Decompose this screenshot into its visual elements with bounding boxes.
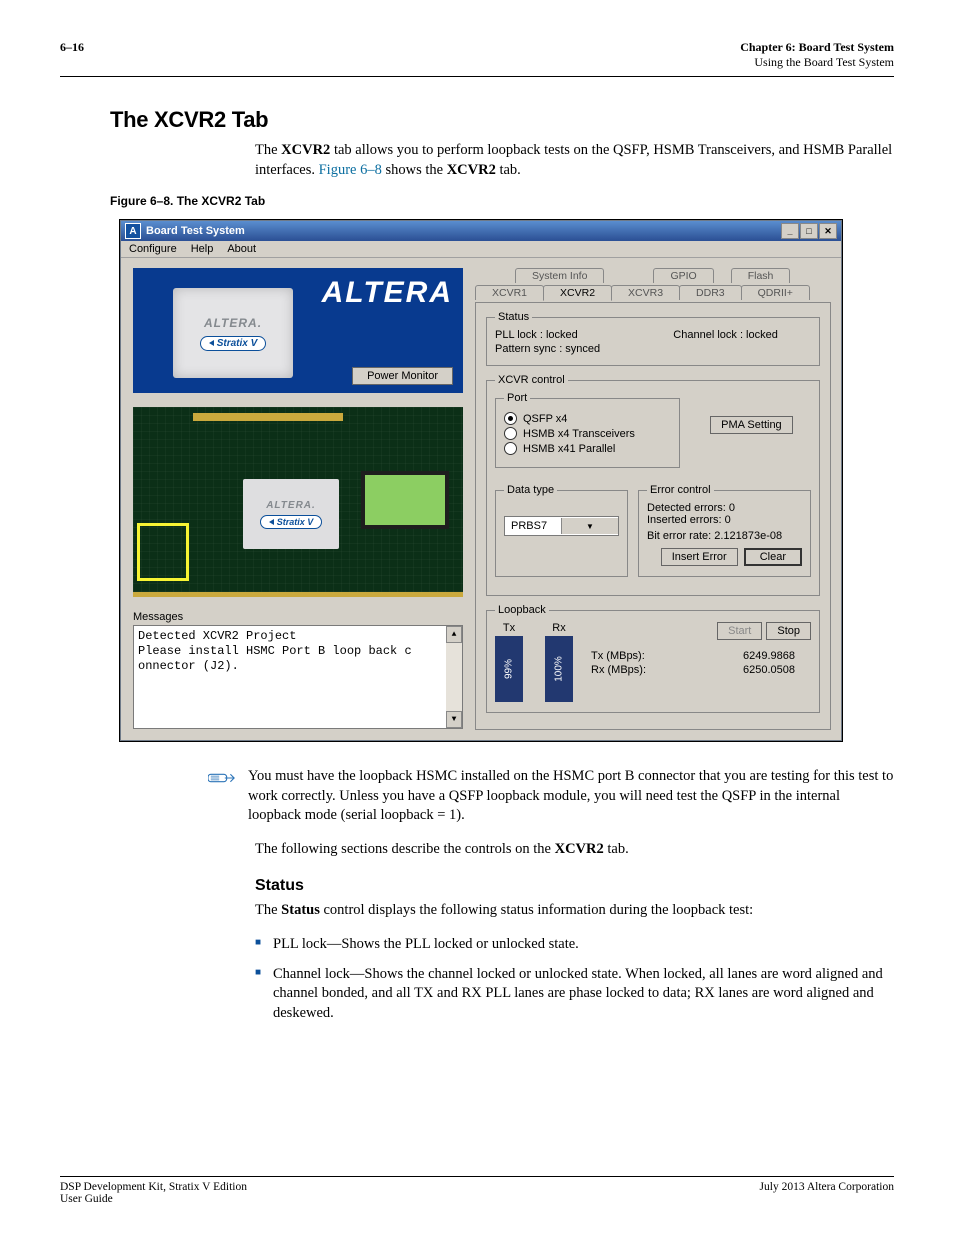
titlebar[interactable]: A Board Test System _ □ ✕ [121,221,841,241]
channel-lock-status: Channel lock : locked [673,329,811,341]
messages-label: Messages [133,611,463,623]
rx-mbps-value: 6250.0508 [743,664,795,676]
app-window: A Board Test System _ □ ✕ Configure Help… [120,220,842,741]
window-title: Board Test System [146,225,245,237]
altera-logo-icon: ALTERA. [204,316,262,330]
tab-qdrii[interactable]: QDRII+ [741,285,810,300]
page-footer: DSP Development Kit, Stratix V Edition U… [60,1176,894,1205]
loopback-group: Loopback Tx 99% Rx [486,604,820,713]
radio-on-icon [504,412,517,425]
bullet-pll-lock: PLL lock—Shows the PLL locked or unlocke… [273,935,894,955]
error-control-group: Error control Detected errors: 0 Inserte… [638,484,811,577]
maximize-button[interactable]: □ [800,223,818,239]
detected-errors: Detected errors: 0 [647,502,802,514]
rx-label: Rx [552,622,565,634]
close-button[interactable]: ✕ [819,223,837,239]
pma-setting-button[interactable]: PMA Setting [710,416,793,434]
note-text: You must have the loopback HSMC installe… [248,767,894,826]
page-number: 6–16 [60,40,84,70]
figure-link[interactable]: Figure 6–8 [319,162,382,178]
board-lcd-icon [361,471,449,529]
pll-lock-status: PLL lock : locked [495,329,633,341]
figure-caption: Figure 6–8. The XCVR2 Tab [110,194,894,208]
tab-xcvr1[interactable]: XCVR1 [475,285,544,300]
tab-ddr3[interactable]: DDR3 [679,285,742,300]
stratix-pill: Stratix V [200,336,267,351]
tab-panel: Status PLL lock : locked Channel lock : … [475,302,831,730]
status-heading: Status [255,877,894,895]
power-monitor-button[interactable]: Power Monitor [352,367,453,385]
note-hand-icon [208,770,236,786]
rx-bar: 100% [545,636,573,702]
data-type-group: Data type PRBS7 ▼ [495,484,628,577]
tabs-row-2: XCVR1 XCVR2 XCVR3 DDR3 QDRII+ [475,285,831,300]
scrollbar[interactable]: ▲ ▼ [446,626,462,728]
chapter-subtitle: Using the Board Test System [740,55,894,70]
tab-xcvr3[interactable]: XCVR3 [611,285,680,300]
insert-error-button[interactable]: Insert Error [661,548,738,566]
board-image[interactable]: ALTERA. Stratix V [133,407,463,597]
chapter-title: Chapter 6: Board Test System [740,40,894,55]
tab-system-info[interactable]: System Info [515,268,604,283]
xcvr-control-group: XCVR control Port QSFP x4 HSMB [486,374,820,596]
stop-button[interactable]: Stop [766,622,811,640]
tx-mbps-value: 6249.9868 [743,650,795,662]
menu-configure[interactable]: Configure [129,243,177,255]
port-hsmb-xcvr-radio[interactable]: HSMB x4 Transceivers [504,427,671,440]
rx-mbps-label: Rx (MBps): [591,664,646,676]
port-qsfp-radio[interactable]: QSFP x4 [504,412,671,425]
app-icon: A [125,223,141,239]
tx-mbps-label: Tx (MBps): [591,650,645,662]
tab-gpio[interactable]: GPIO [653,268,713,283]
menu-help[interactable]: Help [191,243,214,255]
menu-about[interactable]: About [227,243,256,255]
status-bullet-list: PLL lock—Shows the PLL locked or unlocke… [255,935,894,1023]
tabs-row-1: System Info GPIO Flash [475,268,831,283]
port-hsmb-parallel-radio[interactable]: HSMB x41 Parallel [504,442,671,455]
chevron-down-icon: ▼ [561,518,618,534]
radio-off-icon [504,442,517,455]
tab-xcvr2[interactable]: XCVR2 [543,285,612,301]
menubar: Configure Help About [121,241,841,258]
promo-banner: ALTERA. Stratix V ALTERA Power Monitor [133,268,463,393]
section-heading: The XCVR2 Tab [110,107,894,133]
board-cpu-icon: ALTERA. Stratix V [243,479,339,549]
bullet-channel-lock: Channel lock—Shows the channel locked or… [273,965,894,1024]
inserted-errors: Inserted errors: 0 [647,514,802,526]
post-note-paragraph: The following sections describe the cont… [255,840,894,860]
status-group: Status PLL lock : locked Channel lock : … [486,311,820,366]
intro-paragraph: The XCVR2 tab allows you to perform loop… [255,141,894,180]
tx-label: Tx [503,622,515,634]
pattern-sync-status: Pattern sync : synced [495,343,633,355]
scroll-up-icon[interactable]: ▲ [446,626,462,643]
start-button[interactable]: Start [717,622,762,640]
tx-bar: 99% [495,636,523,702]
altera-big-logo: ALTERA [322,276,453,310]
tab-flash[interactable]: Flash [731,268,791,283]
messages-textarea[interactable]: Detected XCVR2 Project Please install HS… [133,625,463,729]
radio-off-icon [504,427,517,440]
data-type-select[interactable]: PRBS7 ▼ [504,516,619,536]
minimize-button[interactable]: _ [781,223,799,239]
bit-error-rate: Bit error rate: 2.121873e-08 [647,530,802,542]
scroll-down-icon[interactable]: ▼ [446,711,462,728]
board-highlight [137,523,189,581]
status-intro: The Status control displays the followin… [255,901,894,921]
clear-button[interactable]: Clear [744,548,802,566]
chip-image: ALTERA. Stratix V [173,288,293,378]
port-group: Port QSFP x4 HSMB x4 Transceivers [495,392,680,468]
